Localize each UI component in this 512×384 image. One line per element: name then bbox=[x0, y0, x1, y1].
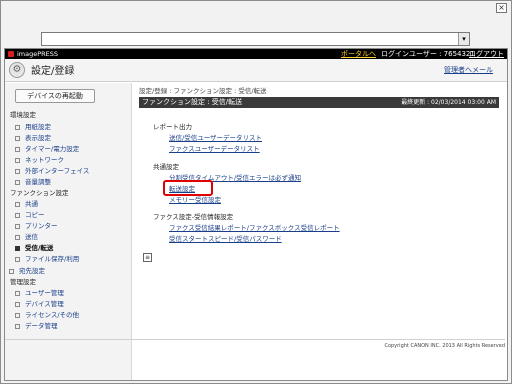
section-title: ファンクション設定 : 受信/転送 bbox=[142, 98, 243, 106]
group-title-common: 共通設定 bbox=[153, 163, 179, 171]
sidebar-item-display[interactable]: 表示設定 bbox=[15, 132, 51, 142]
bullet-icon bbox=[15, 234, 20, 240]
sidebar-item-interface[interactable]: 外部インターフェイス bbox=[15, 165, 89, 175]
logo-icon bbox=[8, 51, 14, 57]
bullet-icon bbox=[15, 201, 20, 207]
sidebar-section-management: 管理設定 bbox=[10, 278, 36, 286]
top-bar: imagePRESS ポータルへ ログインユーザー : 7654321 ログアウ… bbox=[5, 49, 507, 59]
copyright: Copyright CANON INC. 2013 All Rights Res… bbox=[5, 339, 505, 349]
sidebar-item-license[interactable]: ライセンス/その他 bbox=[15, 309, 79, 319]
bullet-icon bbox=[15, 323, 20, 329]
login-user: ログインユーザー : 7654321 bbox=[381, 50, 475, 58]
sidebar-section-function: ファンクション設定 bbox=[10, 189, 69, 197]
page-title-bar: ファンクション設定 : 受信/転送 最終更新 : 02/03/2014 03:0… bbox=[139, 97, 499, 108]
bullet-icon bbox=[15, 290, 20, 296]
page-header: ⚙ 設定/登録 管理者へメール bbox=[5, 59, 507, 82]
chevron-down-icon[interactable]: ▾ bbox=[458, 33, 469, 45]
link-fax-user-list[interactable]: ファクスユーザーデータリスト bbox=[169, 143, 260, 153]
sidebar-item-send[interactable]: 送信 bbox=[15, 231, 38, 241]
bullet-icon bbox=[15, 301, 20, 307]
sidebar: デバイスの再起動 環境設定 用紙設定 表示設定 タイマー/電力設定 ネットワーク… bbox=[5, 83, 132, 380]
link-fax-receive-report[interactable]: ファクス受信結果レポート/ファクスボックス受信レポート bbox=[169, 222, 340, 232]
bullet-icon bbox=[15, 179, 20, 185]
bullet-icon bbox=[15, 135, 20, 141]
bullet-icon bbox=[15, 256, 20, 262]
bullet-icon bbox=[15, 245, 20, 251]
sidebar-item-copy[interactable]: コピー bbox=[15, 209, 45, 219]
gear-icon: ⚙ bbox=[9, 62, 25, 78]
sidebar-item-paper[interactable]: 用紙設定 bbox=[15, 121, 51, 131]
close-icon[interactable]: × bbox=[496, 3, 507, 13]
browser-window: × ▾ imagePRESS ポータルへ ログインユーザー : 7654321 … bbox=[0, 0, 512, 384]
bullet-icon bbox=[9, 268, 14, 274]
address-dropdown[interactable]: ▾ bbox=[41, 32, 470, 46]
brand-name: imagePRESS bbox=[17, 50, 59, 58]
sidebar-item-printer[interactable]: プリンター bbox=[15, 220, 58, 230]
bullet-icon bbox=[15, 157, 20, 163]
sidebar-item-data-management[interactable]: データ管理 bbox=[15, 320, 58, 330]
link-send-receive-user-list[interactable]: 送信/受信ユーザーデータリスト bbox=[169, 132, 262, 142]
sidebar-item-file-storage[interactable]: ファイル保存/利用 bbox=[15, 253, 79, 263]
sidebar-item-network[interactable]: ネットワーク bbox=[15, 154, 64, 164]
logout-link[interactable]: ログアウト bbox=[469, 49, 504, 59]
last-updated: 最終更新 : 02/03/2014 03:00 AM bbox=[401, 99, 496, 106]
sidebar-item-common[interactable]: 共通 bbox=[15, 198, 38, 208]
breadcrumb: 設定/登録 : ファンクション設定 : 受信/転送 bbox=[139, 87, 267, 95]
admin-mail-link[interactable]: 管理者へメール bbox=[444, 65, 493, 75]
group-title-report: レポート出力 bbox=[153, 123, 192, 131]
restart-device-button[interactable]: デバイスの再起動 bbox=[15, 89, 95, 103]
list-icon[interactable]: ≡ bbox=[143, 253, 152, 262]
bullet-icon bbox=[15, 312, 20, 318]
sidebar-section-environment: 環境設定 bbox=[10, 111, 36, 119]
sidebar-item-volume[interactable]: 音量調整 bbox=[15, 176, 51, 186]
page-title: 設定/登録 bbox=[31, 66, 75, 77]
sidebar-item-timer[interactable]: タイマー/電力設定 bbox=[15, 143, 79, 153]
bullet-icon bbox=[15, 212, 20, 218]
bullet-icon bbox=[15, 223, 20, 229]
portal-link[interactable]: ポータルへ bbox=[341, 49, 376, 59]
sidebar-item-user-management[interactable]: ユーザー管理 bbox=[15, 287, 64, 297]
bullet-icon bbox=[15, 124, 20, 130]
remote-ui-page: imagePRESS ポータルへ ログインユーザー : 7654321 ログアウ… bbox=[4, 48, 508, 381]
sidebar-item-destination[interactable]: 宛先設定 bbox=[9, 265, 45, 275]
group-title-fax-receive: ファクス設定-受信情報設定 bbox=[153, 213, 234, 221]
highlight-box bbox=[163, 180, 213, 196]
bullet-icon bbox=[15, 168, 20, 174]
link-receive-speed-password[interactable]: 受信スタートスピード/受信パスワード bbox=[169, 233, 282, 243]
bullet-icon bbox=[15, 146, 20, 152]
main-panel: 設定/登録 : ファンクション設定 : 受信/転送 ファンクション設定 : 受信… bbox=[139, 83, 501, 380]
sidebar-item-device-management[interactable]: デバイス管理 bbox=[15, 298, 64, 308]
sidebar-item-receive-forward[interactable]: 受信/転送 bbox=[15, 242, 53, 252]
